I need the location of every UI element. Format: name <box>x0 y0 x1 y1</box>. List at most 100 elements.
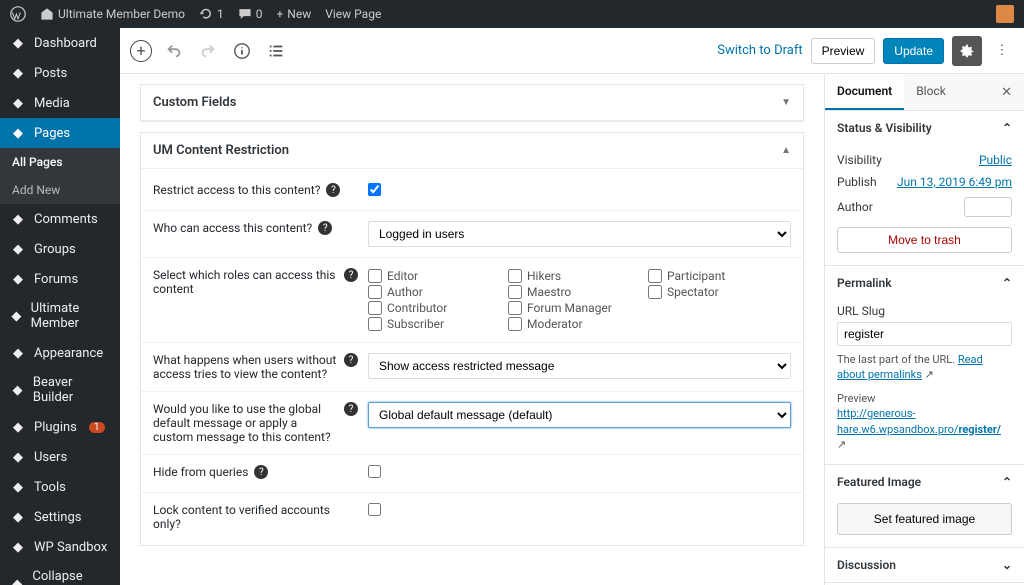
media-icon: ◆ <box>10 95 26 111</box>
message-type-select[interactable]: Global default message (default) <box>368 402 791 428</box>
site-name-link[interactable]: Ultimate Member Demo <box>40 7 185 21</box>
publish-date-link[interactable]: Jun 13, 2019 6:49 pm <box>897 175 1012 189</box>
help-icon[interactable]: ? <box>344 353 358 367</box>
url-slug-input[interactable] <box>837 322 1012 346</box>
redo-button[interactable] <box>196 39 220 63</box>
role-checkbox-spectator[interactable]: Spectator <box>648 284 768 300</box>
undo-button[interactable] <box>162 39 186 63</box>
refresh-link[interactable]: 1 <box>199 7 224 21</box>
inspector-sidebar: Document Block ✕ Status & Visibility⌃ Vi… <box>824 74 1024 585</box>
beaver-icon: ◆ <box>10 382 25 398</box>
new-content-link[interactable]: + New <box>276 7 311 21</box>
comment-icon: ◆ <box>10 211 26 227</box>
role-checkbox-maestro[interactable]: Maestro <box>508 284 628 300</box>
sandbox-icon: ◆ <box>10 539 26 555</box>
featured-image-toggle[interactable]: Featured Image⌃ <box>825 465 1024 499</box>
sidebar-item-ultimate-member[interactable]: ◆Ultimate Member <box>0 294 120 338</box>
custom-fields-toggle[interactable]: Custom Fields▼ <box>141 85 803 121</box>
custom-fields-panel: Custom Fields▼ <box>140 84 804 122</box>
settings-gear-button[interactable] <box>952 36 982 66</box>
pin-icon: ◆ <box>10 65 26 81</box>
role-checkbox-participant[interactable]: Participant <box>648 268 768 284</box>
more-menu-button[interactable]: ⋮ <box>990 39 1014 63</box>
sidebar-sub-all-pages[interactable]: All Pages <box>0 148 120 176</box>
sidebar-item-plugins[interactable]: ◆Plugins1 <box>0 412 120 442</box>
set-featured-image-button[interactable]: Set featured image <box>837 503 1012 535</box>
role-checkbox-hikers[interactable]: Hikers <box>508 268 628 284</box>
close-inspector-button[interactable]: ✕ <box>989 77 1024 108</box>
sidebar-item-comments[interactable]: ◆Comments <box>0 204 120 234</box>
move-to-trash-button[interactable]: Move to trash <box>837 227 1012 253</box>
hide-from-queries-checkbox[interactable] <box>368 465 381 478</box>
outline-button[interactable] <box>264 39 288 63</box>
status-visibility-toggle[interactable]: Status & Visibility⌃ <box>825 111 1024 145</box>
info-button[interactable] <box>230 39 254 63</box>
forums-icon: ◆ <box>10 271 26 287</box>
settings-icon: ◆ <box>10 509 26 525</box>
permalink-preview-link[interactable]: http://generous-hare.w6.wpsandbox.pro/re… <box>837 407 1001 435</box>
plugin-icon: ◆ <box>10 419 26 435</box>
um-icon: ◆ <box>10 308 23 324</box>
help-icon[interactable]: ? <box>344 268 358 282</box>
preview-button[interactable]: Preview <box>811 38 876 64</box>
sidebar-item-collapse-menu[interactable]: ◆Collapse menu <box>0 562 120 585</box>
sidebar-item-groups[interactable]: ◆Groups <box>0 234 120 264</box>
who-can-access-select[interactable]: Logged in users <box>368 221 791 247</box>
no-access-action-select[interactable]: Show access restricted message <box>368 353 791 379</box>
sidebar-item-media[interactable]: ◆Media <box>0 88 120 118</box>
chevron-up-icon: ⌃ <box>1002 276 1012 290</box>
lock-verified-checkbox[interactable] <box>368 503 381 516</box>
help-icon[interactable]: ? <box>318 221 332 235</box>
groups-icon: ◆ <box>10 241 26 257</box>
role-checkbox-moderator[interactable]: Moderator <box>508 316 628 332</box>
sidebar-item-settings[interactable]: ◆Settings <box>0 502 120 532</box>
dashboard-icon: ◆ <box>10 35 26 51</box>
um-content-restriction-panel: UM Content Restriction▲ Restrict access … <box>140 132 804 546</box>
um-restriction-toggle[interactable]: UM Content Restriction▲ <box>141 133 803 169</box>
external-link-icon: ↗ <box>925 368 934 381</box>
sidebar-item-wp-sandbox[interactable]: ◆WP Sandbox <box>0 532 120 562</box>
author-select[interactable] <box>964 197 1012 217</box>
sidebar-item-beaver-builder[interactable]: ◆Beaver Builder <box>0 368 120 412</box>
document-tab[interactable]: Document <box>825 74 904 110</box>
sidebar-item-users[interactable]: ◆Users <box>0 442 120 472</box>
role-checkbox-editor[interactable]: Editor <box>368 268 488 284</box>
role-checkbox-subscriber[interactable]: Subscriber <box>368 316 488 332</box>
block-tab[interactable]: Block <box>904 74 958 110</box>
sidebar-item-forums[interactable]: ◆Forums <box>0 264 120 294</box>
role-checkbox-author[interactable]: Author <box>368 284 488 300</box>
chevron-down-icon: ⌄ <box>1002 558 1012 572</box>
sidebar-item-pages[interactable]: ◆Pages <box>0 118 120 148</box>
page-icon: ◆ <box>10 125 26 141</box>
chevron-up-icon: ⌃ <box>1002 121 1012 135</box>
restrict-access-checkbox[interactable] <box>368 183 381 196</box>
sidebar-item-posts[interactable]: ◆Posts <box>0 58 120 88</box>
admin-bar: Ultimate Member Demo 1 0 + New View Page <box>0 0 1024 28</box>
visibility-link[interactable]: Public <box>979 153 1012 167</box>
chevron-down-icon: ▼ <box>781 97 791 108</box>
sidebar-item-dashboard[interactable]: ◆Dashboard <box>0 28 120 58</box>
user-avatar[interactable] <box>996 5 1014 23</box>
editor-area: Custom Fields▼ UM Content Restriction▲ R… <box>120 74 824 585</box>
view-page-link[interactable]: View Page <box>325 7 381 21</box>
help-icon[interactable]: ? <box>326 183 340 197</box>
chevron-up-icon: ⌃ <box>1002 475 1012 489</box>
sidebar-item-tools[interactable]: ◆Tools <box>0 472 120 502</box>
chevron-up-icon: ▲ <box>781 145 791 156</box>
brush-icon: ◆ <box>10 345 26 361</box>
permalink-toggle[interactable]: Permalink⌃ <box>825 266 1024 300</box>
discussion-toggle[interactable]: Discussion⌄ <box>825 548 1024 582</box>
admin-sidebar: ◆Dashboard◆Posts◆Media◆PagesAll PagesAdd… <box>0 28 120 585</box>
update-button[interactable]: Update <box>883 38 944 64</box>
switch-to-draft-link[interactable]: Switch to Draft <box>717 43 802 58</box>
role-checkbox-forum-manager[interactable]: Forum Manager <box>508 300 628 316</box>
sidebar-item-appearance[interactable]: ◆Appearance <box>0 338 120 368</box>
role-checkbox-contributor[interactable]: Contributor <box>368 300 488 316</box>
help-icon[interactable]: ? <box>344 402 358 416</box>
wp-logo-icon[interactable] <box>10 6 26 22</box>
collapse-icon: ◆ <box>10 576 24 585</box>
help-icon[interactable]: ? <box>254 465 268 479</box>
sidebar-sub-add-new[interactable]: Add New <box>0 176 120 204</box>
add-block-button[interactable]: + <box>130 40 152 62</box>
comments-link[interactable]: 0 <box>238 7 263 21</box>
